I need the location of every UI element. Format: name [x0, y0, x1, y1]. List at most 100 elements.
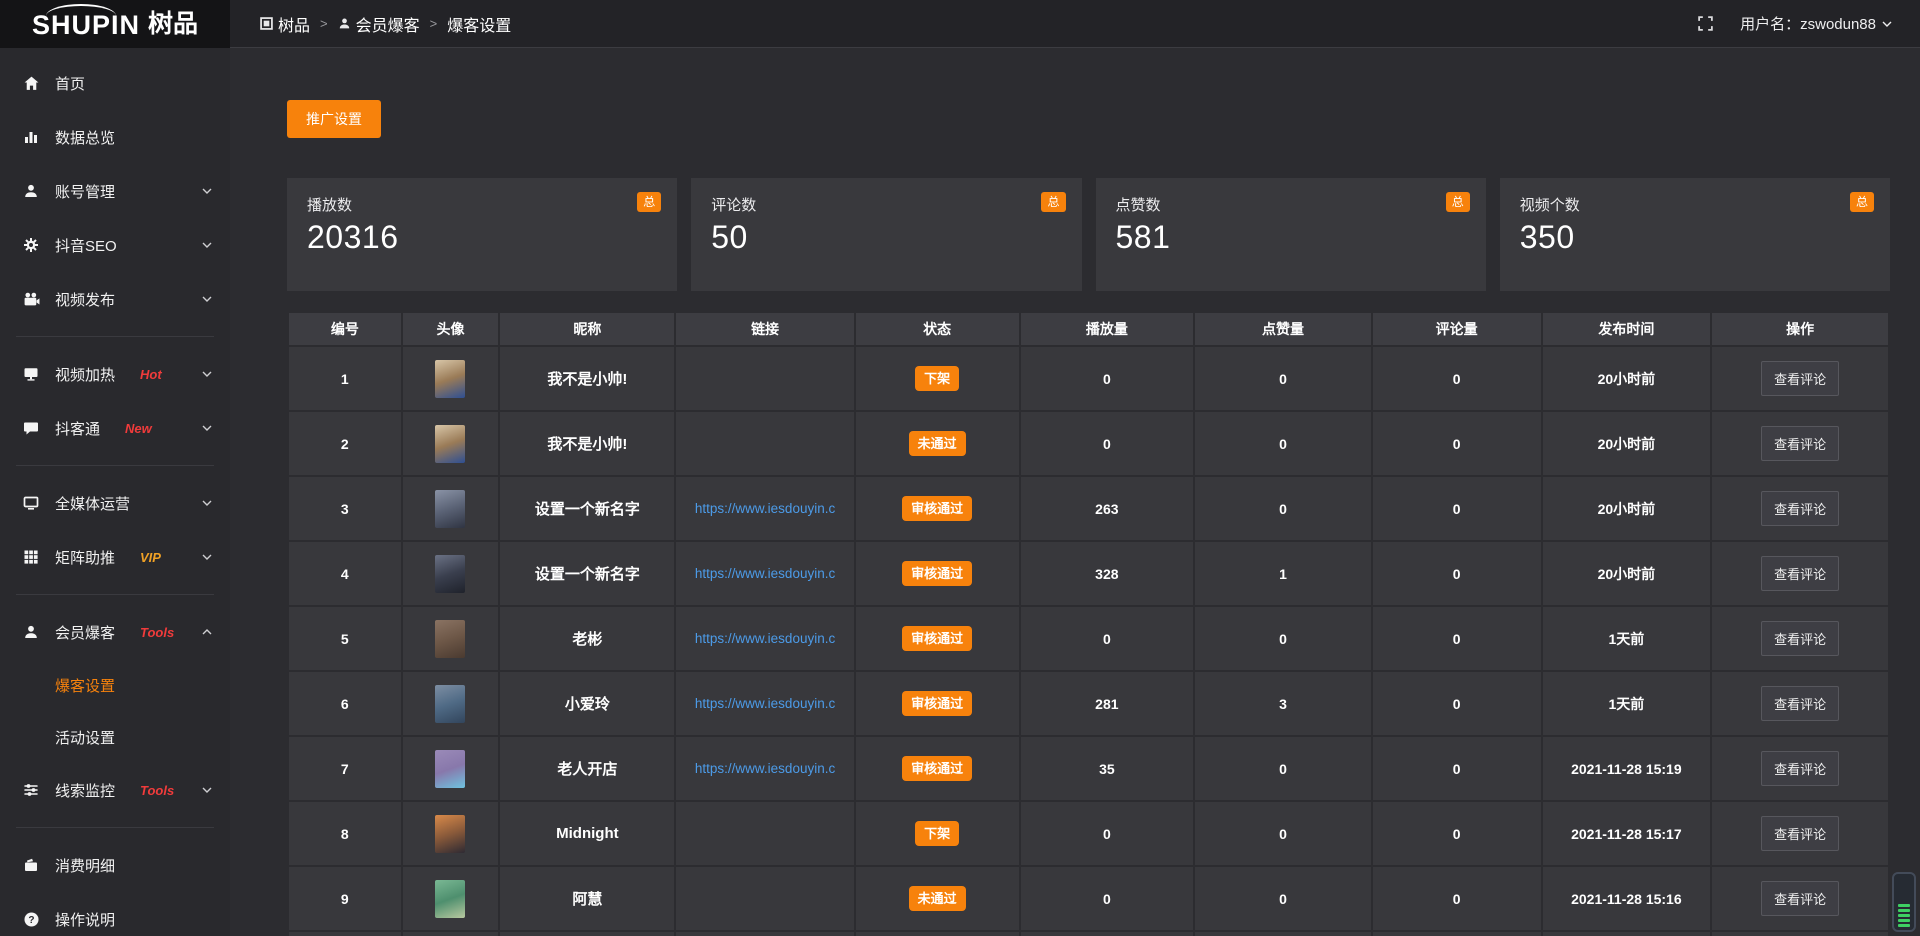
- logo[interactable]: SHUPIN 树品: [0, 0, 230, 48]
- breadcrumb-item-member[interactable]: 会员爆客: [338, 12, 420, 36]
- sidebar-menu: 首页数据总览账号管理抖音SEO视频发布视频加热Hot抖客通New 全媒体运营矩阵助…: [0, 48, 230, 936]
- video-link[interactable]: https://www.iesdouyin.c: [676, 631, 853, 646]
- table-row: 4设置一个新名字https://www.iesdouyin.c审核通过32810…: [288, 541, 1889, 606]
- status-badge: 审核通过: [902, 626, 972, 651]
- video-link[interactable]: https://www.iesdouyin.c: [676, 696, 853, 711]
- action-cell: 查看评论: [1711, 801, 1889, 866]
- logo-arc-decoration: [46, 4, 116, 16]
- sidebar-item-消费明细[interactable]: 消费明细: [0, 838, 230, 892]
- table-header-播放量: 播放量: [1020, 312, 1195, 346]
- sidebar-item-首页[interactable]: 首页: [0, 56, 230, 110]
- question-icon: ?: [22, 910, 40, 928]
- view-comments-button[interactable]: 查看评论: [1761, 491, 1839, 526]
- sidebar-item-tag: Tools: [140, 625, 174, 640]
- grid-icon: [22, 548, 40, 566]
- row-number-cell: 4: [288, 541, 402, 606]
- table-header-点赞量: 点赞量: [1194, 312, 1372, 346]
- table-header-昵称: 昵称: [499, 312, 675, 346]
- video-link[interactable]: https://www.iesdouyin.c: [676, 566, 853, 581]
- publish-time-cell: 2021-11-28 15:19: [1542, 736, 1712, 801]
- stat-card-value: 20316: [307, 219, 657, 256]
- avatar: [435, 490, 465, 528]
- view-comments-button[interactable]: 查看评论: [1761, 361, 1839, 396]
- sidebar-item-抖音SEO[interactable]: 抖音SEO: [0, 218, 230, 272]
- comments-cell: 0: [1372, 866, 1542, 931]
- publish-time-cell: 1天前: [1542, 671, 1712, 736]
- sidebar-item-label: 首页: [55, 73, 85, 94]
- view-comments-button[interactable]: 查看评论: [1761, 816, 1839, 851]
- view-comments-button[interactable]: 查看评论: [1761, 556, 1839, 591]
- status-badge: 下架: [915, 366, 959, 391]
- table-row: 6小爱玲https://www.iesdouyin.c审核通过281301天前查…: [288, 671, 1889, 736]
- table-body: 1我不是小帅!下架00020小时前查看评论2我不是小帅!未通过00020小时前查…: [288, 346, 1889, 936]
- action-cell: [1711, 931, 1889, 936]
- sidebar-item-全媒体运营[interactable]: 全媒体运营: [0, 476, 230, 530]
- stat-total-badge: 总: [1850, 192, 1874, 212]
- breadcrumb-label: 爆客设置: [447, 12, 511, 36]
- stat-card-label: 视频个数: [1520, 194, 1870, 215]
- status-cell: 未通过: [855, 411, 1020, 476]
- sidebar-item-视频发布[interactable]: 视频发布: [0, 272, 230, 326]
- stats-row: 播放数20316总评论数50总点赞数581总视频个数350总: [287, 178, 1890, 291]
- video-link[interactable]: https://www.iesdouyin.c: [676, 501, 853, 516]
- sidebar-item-抖客通[interactable]: 抖客通New: [0, 401, 230, 455]
- comments-cell: 0: [1372, 671, 1542, 736]
- sidebar-item-tag: VIP: [140, 550, 161, 565]
- chart-icon: [22, 128, 40, 146]
- table-row: 2我不是小帅!未通过00020小时前查看评论: [288, 411, 1889, 476]
- video-link[interactable]: https://www.iesdouyin.c: [676, 761, 853, 776]
- breadcrumb-separator: >: [320, 16, 328, 31]
- publish-time-cell: 2021-11-28 15:17: [1542, 801, 1712, 866]
- nickname-cell: 阿慧: [499, 866, 675, 931]
- sidebar-item-label: 全媒体运营: [55, 493, 130, 514]
- nickname-cell: 我不是小帅!: [499, 346, 675, 411]
- stat-card-value: 581: [1116, 219, 1466, 256]
- home-icon: [22, 74, 40, 92]
- stat-card-评论数: 评论数50总: [691, 178, 1081, 291]
- link-cell: https://www.iesdouyin.c: [675, 541, 854, 606]
- logo-text-cn: 树品: [148, 12, 198, 37]
- header-right: 用户名：zswodun88: [1697, 13, 1892, 34]
- promo-settings-button[interactable]: 推广设置: [287, 100, 381, 138]
- sidebar-subitem-爆客设置[interactable]: 爆客设置: [0, 659, 230, 711]
- sidebar-item-账号管理[interactable]: 账号管理: [0, 164, 230, 218]
- sidebar-item-操作说明[interactable]: ?操作说明: [0, 892, 230, 936]
- logo-text-en: SHUPIN: [32, 10, 140, 39]
- widget-bar: [1898, 904, 1910, 907]
- sidebar-item-会员爆客[interactable]: 会员爆客Tools: [0, 605, 230, 659]
- avatar: [435, 555, 465, 593]
- view-comments-button[interactable]: 查看评论: [1761, 621, 1839, 656]
- nickname-cell: [499, 931, 675, 936]
- view-comments-button[interactable]: 查看评论: [1761, 751, 1839, 786]
- row-number-cell: 9: [288, 866, 402, 931]
- view-comments-button[interactable]: 查看评论: [1761, 426, 1839, 461]
- link-cell: https://www.iesdouyin.c: [675, 736, 854, 801]
- sidebar-subitem-活动设置[interactable]: 活动设置: [0, 711, 230, 763]
- table-header-发布时间: 发布时间: [1542, 312, 1712, 346]
- breadcrumb-item-home[interactable]: 树品: [260, 12, 310, 36]
- sidebar-item-线索监控[interactable]: 线索监控Tools: [0, 763, 230, 817]
- top-header: SHUPIN 树品 树品 > 会员爆客 >: [0, 0, 1920, 48]
- breadcrumb-label: 会员爆客: [356, 12, 420, 36]
- view-comments-button[interactable]: 查看评论: [1761, 881, 1839, 916]
- status-cell: 审核通过: [855, 671, 1020, 736]
- table-header-评论量: 评论量: [1372, 312, 1542, 346]
- sidebar-item-label: 账号管理: [55, 181, 115, 202]
- plays-cell: 328: [1020, 541, 1195, 606]
- chevron-down-icon: [202, 787, 212, 793]
- sidebar-divider: [16, 827, 214, 828]
- avatar: [435, 685, 465, 723]
- avatar-cell: [402, 801, 500, 866]
- sidebar-item-视频加热[interactable]: 视频加热Hot: [0, 347, 230, 401]
- sidebar-item-数据总览[interactable]: 数据总览: [0, 110, 230, 164]
- comments-cell: 0: [1372, 346, 1542, 411]
- view-comments-button[interactable]: 查看评论: [1761, 686, 1839, 721]
- avatar: [435, 620, 465, 658]
- table-row: 7老人开店https://www.iesdouyin.c审核通过35002021…: [288, 736, 1889, 801]
- fullscreen-icon[interactable]: [1697, 15, 1714, 32]
- status-cell: 审核通过: [855, 606, 1020, 671]
- user-menu[interactable]: 用户名：zswodun88: [1740, 13, 1892, 34]
- browser-extension-widget[interactable]: [1892, 872, 1916, 932]
- sidebar-item-矩阵助推[interactable]: 矩阵助推VIP: [0, 530, 230, 584]
- chevron-down-icon: [1882, 21, 1892, 27]
